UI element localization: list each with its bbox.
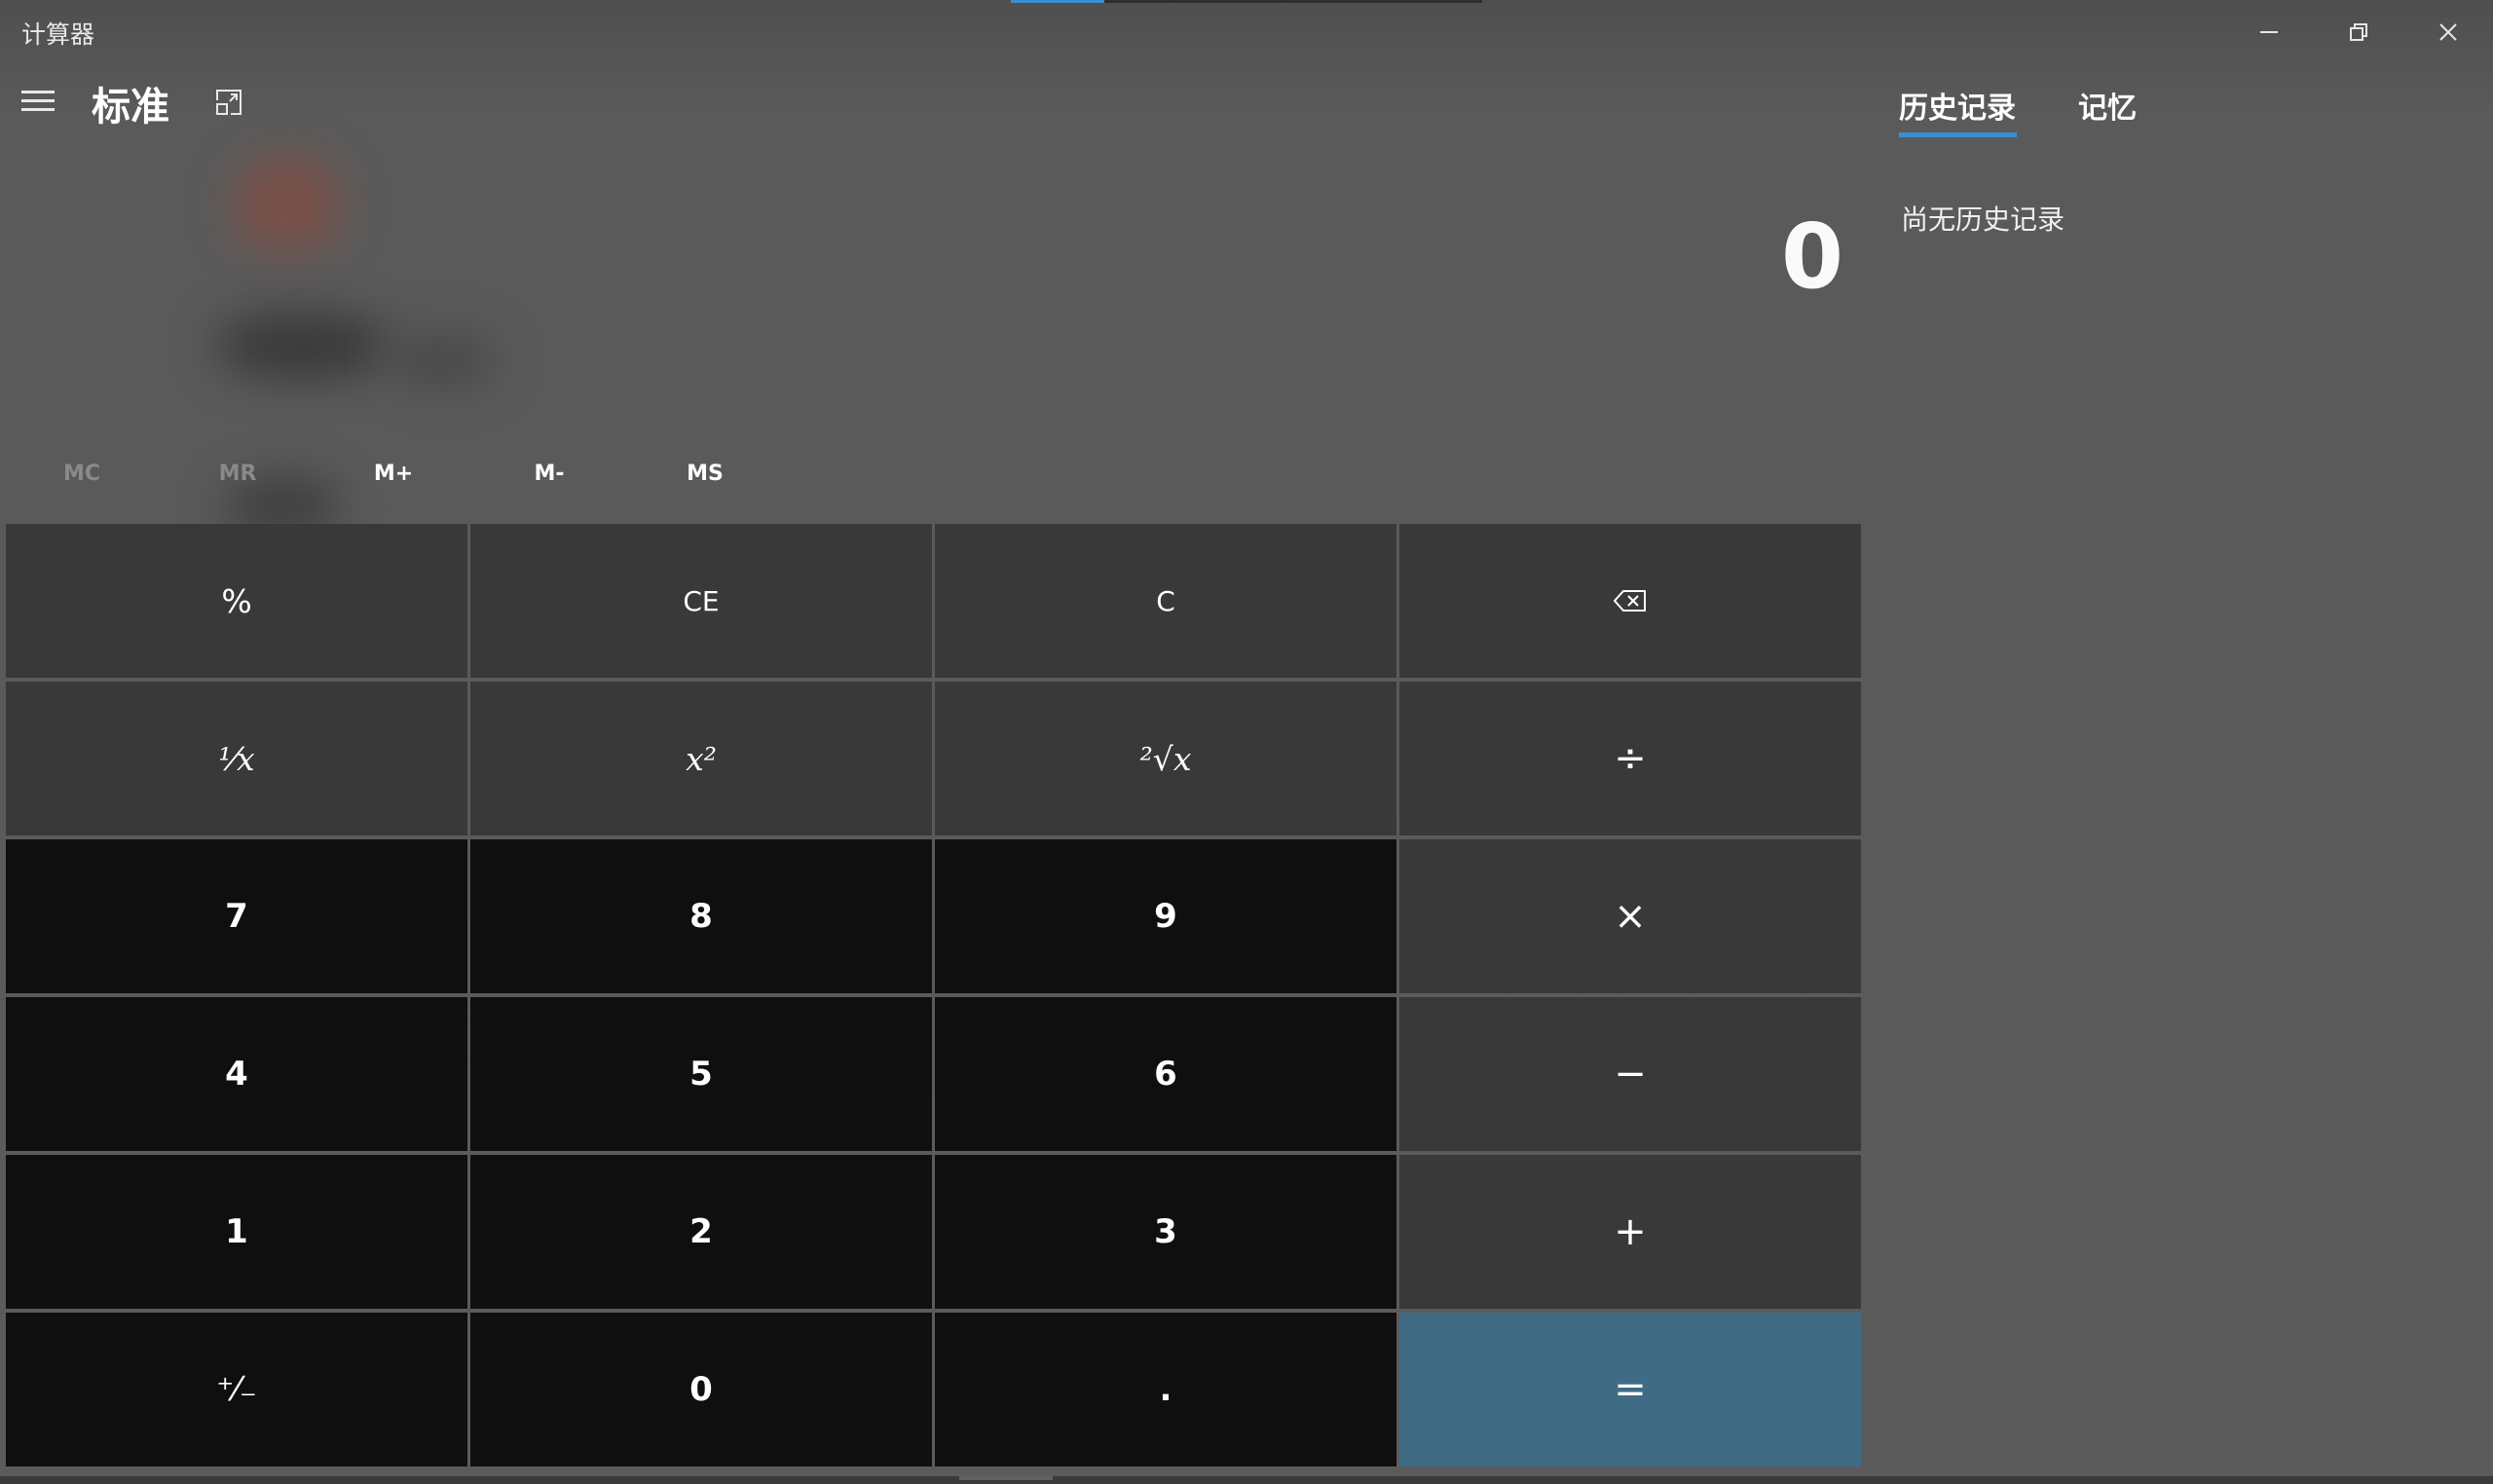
window-title: 计算器 [21, 20, 95, 49]
digit-5-button[interactable]: 5 [470, 997, 932, 1151]
digit-1-label: 1 [225, 1212, 248, 1251]
square-root-button[interactable]: ²√x [935, 682, 1396, 835]
memory-add-button[interactable]: M+ [335, 462, 452, 486]
decimal-label: . [1159, 1370, 1172, 1409]
minimize-icon [2260, 31, 2278, 33]
digit-0-label: 0 [689, 1370, 713, 1409]
negate-label: ⁺⁄₋ [216, 1370, 257, 1409]
multiply-label: × [1614, 894, 1647, 939]
minus-label: − [1614, 1052, 1647, 1096]
plus-label: + [1614, 1209, 1647, 1254]
digit-6-button[interactable]: 6 [935, 997, 1396, 1151]
backspace-icon [1614, 590, 1646, 612]
divide-button[interactable]: ÷ [1399, 682, 1861, 835]
percent-button[interactable]: % [6, 524, 467, 678]
memory-recall-button[interactable]: MR [179, 462, 296, 486]
multiply-button[interactable]: × [1399, 839, 1861, 993]
digit-8-label: 8 [689, 897, 713, 936]
tab-history[interactable]: 历史记录 [1899, 84, 2016, 127]
restore-icon [2350, 23, 2367, 41]
reciprocal-button[interactable]: ¹⁄x [6, 682, 467, 835]
clear-button[interactable]: C [935, 524, 1396, 678]
digit-0-button[interactable]: 0 [470, 1313, 932, 1466]
digit-9-button[interactable]: 9 [935, 839, 1396, 993]
title-focus-accent [1011, 0, 1104, 3]
digit-4-label: 4 [225, 1055, 248, 1094]
mode-title: 标准 [92, 85, 169, 130]
close-icon [2439, 23, 2457, 41]
equals-label: = [1614, 1367, 1647, 1412]
digit-4-button[interactable]: 4 [6, 997, 467, 1151]
digit-7-button[interactable]: 7 [6, 839, 467, 993]
hamburger-menu-icon [21, 99, 55, 102]
square-root-label: ²√x [1139, 739, 1192, 778]
memory-store-button[interactable]: MS [647, 462, 763, 486]
divide-label: ÷ [1614, 736, 1647, 781]
clear-label: C [1156, 584, 1175, 617]
memory-clear-button[interactable]: MC [23, 462, 140, 486]
blurred-backdrop [234, 156, 341, 253]
close-button[interactable] [2403, 0, 2493, 64]
decimal-button[interactable]: . [935, 1313, 1396, 1466]
digit-3-label: 3 [1154, 1212, 1177, 1251]
minus-button[interactable]: − [1399, 997, 1861, 1151]
equals-button[interactable]: = [1399, 1313, 1861, 1466]
plus-button[interactable]: + [1399, 1155, 1861, 1309]
square-label: x² [686, 739, 717, 778]
percent-label: % [221, 581, 252, 620]
minimize-button[interactable] [2224, 0, 2314, 64]
hamburger-menu-button[interactable] [21, 89, 56, 116]
hamburger-menu-icon [21, 91, 55, 93]
active-tab-indicator [1899, 132, 2017, 137]
clear-entry-label: CE [683, 584, 720, 617]
blurred-backdrop [390, 331, 497, 390]
keypad: % CE C ¹⁄x x² ²√x ÷ 7 8 9 × 4 5 6 − 1 2 … [6, 524, 1862, 1470]
memory-subtract-button[interactable]: M- [491, 462, 608, 486]
clear-entry-button[interactable]: CE [470, 524, 932, 678]
hamburger-menu-icon [21, 108, 55, 111]
digit-8-button[interactable]: 8 [470, 839, 932, 993]
backspace-button[interactable] [1399, 524, 1861, 678]
square-button[interactable]: x² [470, 682, 932, 835]
keep-on-top-icon [216, 90, 242, 115]
digit-5-label: 5 [689, 1055, 713, 1094]
restore-button[interactable] [2314, 0, 2403, 64]
title-bar: 计算器 [0, 0, 2493, 64]
digit-6-label: 6 [1154, 1055, 1177, 1094]
digit-3-button[interactable]: 3 [935, 1155, 1396, 1309]
reciprocal-label: ¹⁄x [218, 739, 255, 778]
digit-9-label: 9 [1154, 897, 1177, 936]
title-focus-strip [1011, 0, 1482, 3]
result-display: 0 [1780, 204, 1843, 309]
blurred-backdrop [214, 312, 390, 380]
history-empty-message: 尚无历史记录 [1901, 204, 2065, 236]
digit-2-label: 2 [689, 1212, 713, 1251]
digit-1-button[interactable]: 1 [6, 1155, 467, 1309]
negate-button[interactable]: ⁺⁄₋ [6, 1313, 467, 1466]
digit-7-label: 7 [225, 897, 248, 936]
digit-2-button[interactable]: 2 [470, 1155, 932, 1309]
tab-memory[interactable]: 记忆 [2078, 84, 2137, 127]
resize-grip [959, 1476, 1053, 1480]
keep-on-top-button[interactable] [213, 87, 244, 118]
bottom-edge [0, 1476, 2493, 1484]
